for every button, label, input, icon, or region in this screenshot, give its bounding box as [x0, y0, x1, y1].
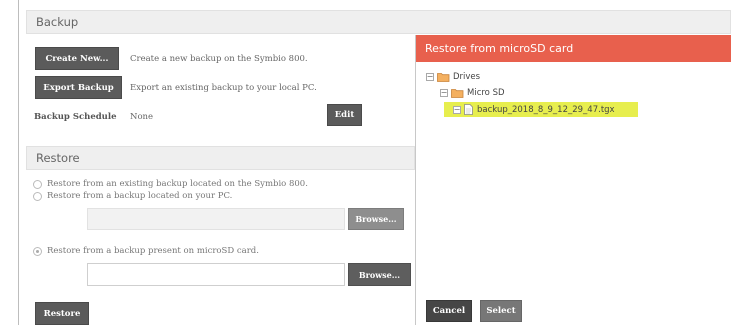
backup-schedule-label: Backup Schedule	[34, 112, 117, 122]
browse-pc-button[interactable]: Browse...	[348, 208, 404, 230]
dialog-title-bar: Restore from microSD card	[416, 35, 731, 62]
tree-label-backup-file: backup_2018_8_9_12_29_47.tgx	[477, 104, 615, 115]
folder-icon	[437, 73, 450, 82]
pc-backup-path-field[interactable]	[87, 208, 345, 230]
dialog-title: Restore from microSD card	[425, 42, 574, 55]
restore-option-sd-label: Restore from a backup present on microSD…	[47, 246, 259, 256]
tree-label-drives: Drives	[453, 72, 481, 82]
tree-node-drives[interactable]: − Drives	[426, 72, 480, 82]
create-new-description: Create a new backup on the Symbio 800.	[130, 54, 308, 64]
restore-section-header: Restore	[26, 146, 415, 170]
sd-backup-path-field[interactable]	[87, 263, 345, 286]
cancel-button[interactable]: Cancel	[426, 300, 472, 322]
restore-option-device[interactable]: Restore from an existing backup located …	[33, 179, 308, 189]
select-button[interactable]: Select	[480, 300, 522, 322]
browse-sd-button[interactable]: Browse...	[348, 263, 411, 286]
restore-option-device-label: Restore from an existing backup located …	[47, 179, 308, 189]
restore-option-pc-label: Restore from a backup located on your PC…	[47, 191, 233, 201]
radio-icon[interactable]	[33, 191, 42, 201]
tree-node-backup-file[interactable]: − backup_2018_8_9_12_29_47.tgx	[453, 104, 615, 115]
export-backup-button[interactable]: Export Backup	[35, 76, 122, 99]
collapse-icon[interactable]: −	[426, 73, 434, 81]
radio-icon[interactable]	[33, 246, 42, 256]
microsd-restore-dialog: Restore from microSD card − Drives − Mic…	[415, 35, 731, 325]
file-icon	[464, 104, 473, 115]
restore-option-pc[interactable]: Restore from a backup located on your PC…	[33, 191, 232, 201]
backup-schedule-value: None	[130, 112, 154, 122]
tree-label-micro-sd: Micro SD	[467, 88, 505, 98]
export-backup-description: Export an existing backup to your local …	[130, 83, 317, 93]
edit-schedule-button[interactable]: Edit	[327, 104, 362, 126]
folder-icon	[451, 89, 464, 98]
backup-title: Backup	[36, 15, 79, 29]
page-frame-line	[18, 0, 19, 325]
restore-title: Restore	[36, 151, 80, 165]
collapse-icon[interactable]: −	[440, 89, 448, 97]
backup-section-header: Backup	[26, 10, 731, 34]
radio-icon[interactable]	[33, 179, 42, 189]
collapse-icon[interactable]: −	[453, 105, 461, 114]
create-new-button[interactable]: Create New...	[35, 47, 119, 70]
tree-node-micro-sd[interactable]: − Micro SD	[440, 88, 505, 98]
restore-button[interactable]: Restore	[35, 302, 89, 325]
restore-option-sd[interactable]: Restore from a backup present on microSD…	[33, 246, 259, 256]
